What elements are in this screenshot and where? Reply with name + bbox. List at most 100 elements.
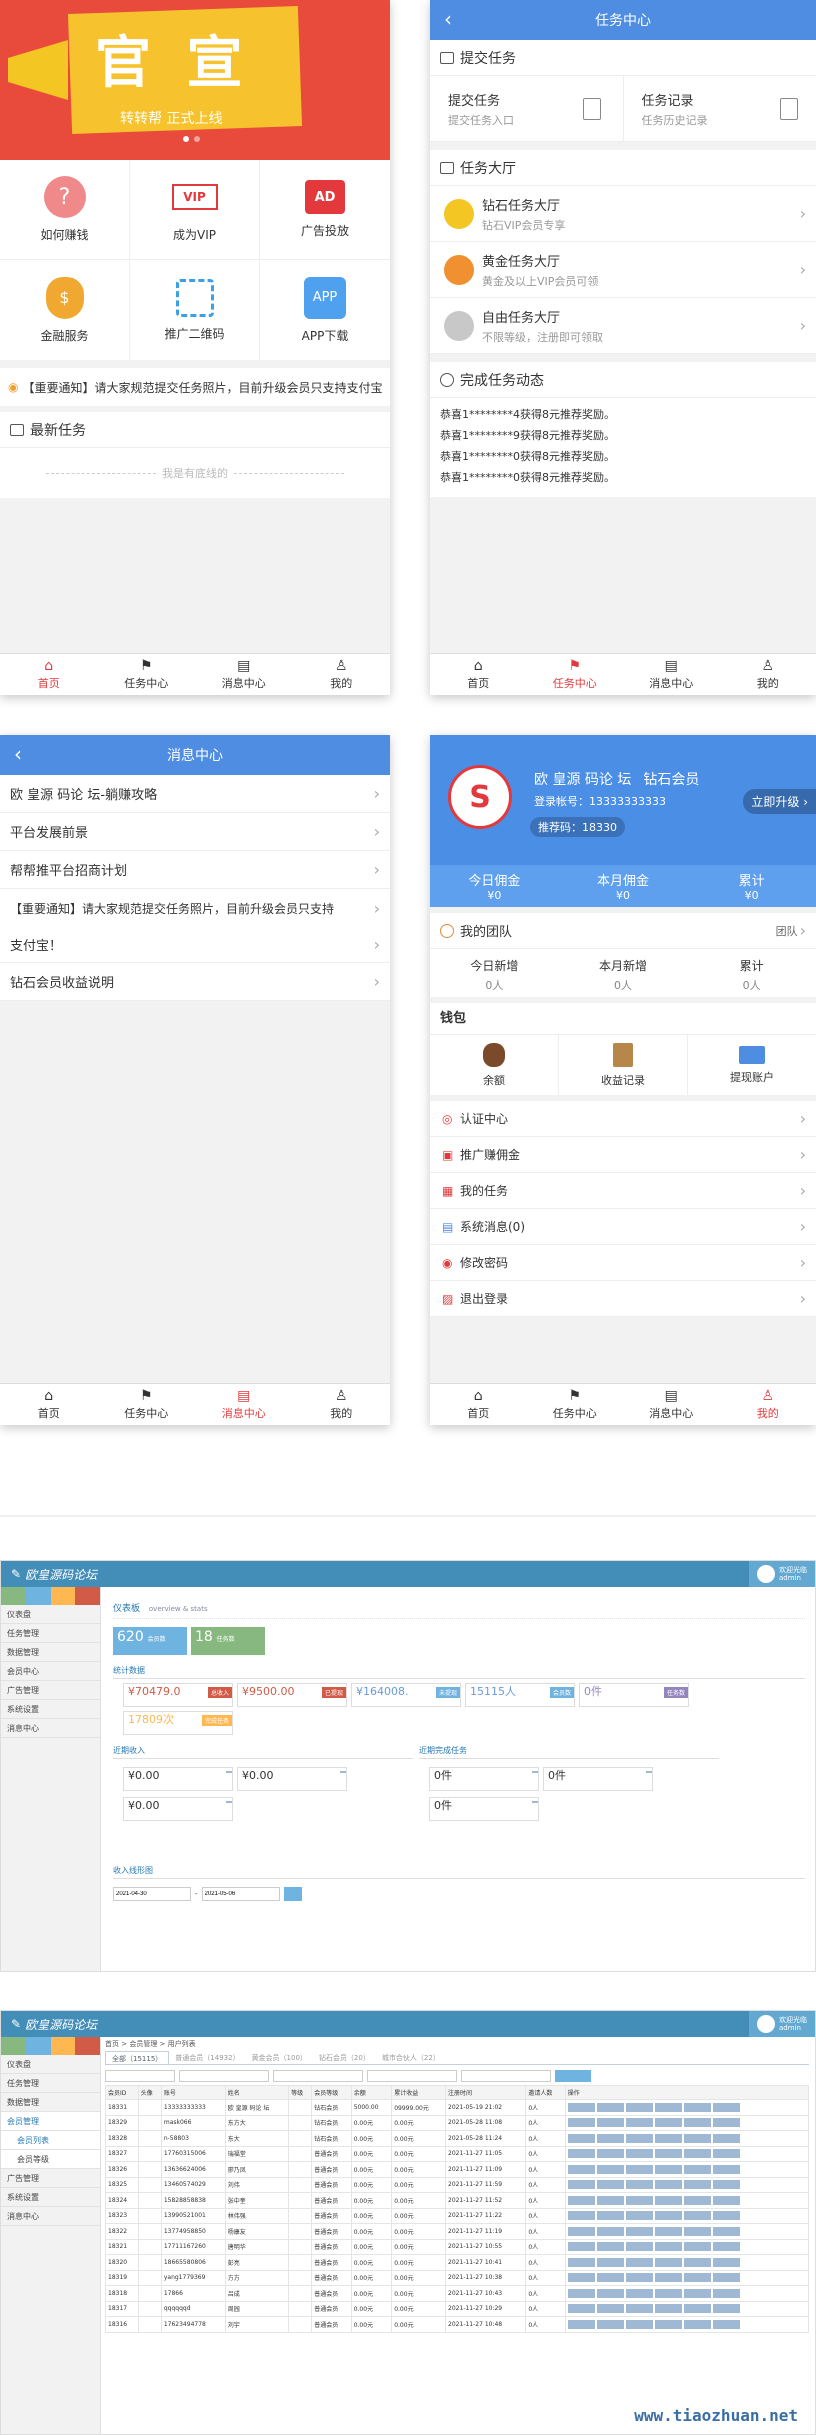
sidebar-item-messages[interactable]: 消息中心: [1, 1719, 100, 1738]
message-item[interactable]: 欧 皇源 码论 坛-躺赚攻略 ›: [0, 775, 390, 813]
menu-item-change-password[interactable]: ◉ 修改密码 ›: [430, 1245, 816, 1281]
menu-item-verify[interactable]: ◎ 认证中心 ›: [430, 1101, 816, 1137]
column-header[interactable]: 会员等级: [311, 2085, 352, 2100]
shortcut-button[interactable]: [75, 2037, 100, 2055]
row-action-button[interactable]: [567, 2164, 595, 2174]
wallet-income-records[interactable]: 收益记录: [559, 1035, 688, 1095]
tab-partner[interactable]: 城市合伙人（22）: [376, 2051, 446, 2064]
row-action-button[interactable]: [596, 2226, 624, 2236]
shortcut-button[interactable]: [50, 2037, 76, 2055]
sidebar-item-messages[interactable]: 消息中心: [1, 2207, 100, 2226]
home-banner[interactable]: 官 宣 转转帮 正式上线: [0, 0, 390, 160]
row-action-button[interactable]: [683, 2180, 711, 2190]
row-action-button[interactable]: [712, 2226, 740, 2236]
column-header[interactable]: 累计收益: [391, 2085, 447, 2100]
row-action-button[interactable]: [683, 2226, 711, 2236]
row-action-button[interactable]: [596, 2118, 624, 2128]
tab-task-center[interactable]: ⚑ 任务中心: [98, 1384, 196, 1425]
row-action-button[interactable]: [654, 2242, 682, 2252]
tab-diamond[interactable]: 钻石会员（20）: [313, 2051, 376, 2064]
grid-item-app-download[interactable]: APP APP下载: [260, 260, 390, 360]
row-action-button[interactable]: [654, 2180, 682, 2190]
row-action-button[interactable]: [712, 2273, 740, 2283]
sidebar-item-dashboard[interactable]: 仪表盘: [1, 1605, 100, 1624]
row-action-button[interactable]: [683, 2149, 711, 2159]
tab-mine[interactable]: ♙ 我的: [293, 1384, 391, 1425]
wallet-withdraw-account[interactable]: 提现账户: [688, 1035, 816, 1095]
row-action-button[interactable]: [596, 2133, 624, 2143]
row-action-button[interactable]: [625, 2319, 653, 2329]
row-action-button[interactable]: [654, 2257, 682, 2267]
column-header[interactable]: 账号: [160, 2085, 226, 2100]
row-action-button[interactable]: [567, 2211, 595, 2221]
row-action-button[interactable]: [683, 2118, 711, 2128]
row-action-button[interactable]: [683, 2164, 711, 2174]
row-action-button[interactable]: [712, 2288, 740, 2298]
row-action-button[interactable]: [683, 2273, 711, 2283]
row-action-button[interactable]: [625, 2226, 653, 2236]
row-action-button[interactable]: [683, 2133, 711, 2143]
grid-item-ad[interactable]: AD 广告投放: [260, 160, 390, 260]
row-action-button[interactable]: [654, 2102, 682, 2112]
row-action-button[interactable]: [567, 2180, 595, 2190]
sidebar-item-data[interactable]: 数据管理: [1, 1643, 100, 1662]
query-button[interactable]: [283, 1887, 302, 1901]
tab-messages[interactable]: ▤ 消息中心: [195, 1384, 293, 1425]
row-action-button[interactable]: [567, 2195, 595, 2205]
row-action-button[interactable]: [596, 2288, 624, 2298]
row-action-button[interactable]: [683, 2288, 711, 2298]
shortcut-button[interactable]: [75, 1587, 100, 1605]
task-count-box[interactable]: 18 任务数: [191, 1627, 265, 1655]
tab-mine[interactable]: ♙ 我的: [720, 654, 816, 695]
tab-messages[interactable]: ▤ 消息中心: [623, 1384, 720, 1425]
row-action-button[interactable]: [712, 2164, 740, 2174]
search-button[interactable]: [555, 2070, 591, 2082]
task-records-entry[interactable]: 任务记录 任务历史记录: [624, 76, 816, 141]
tab-normal[interactable]: 普通会员（14932）: [169, 2051, 245, 2064]
row-action-button[interactable]: [654, 2149, 682, 2159]
row-action-button[interactable]: [625, 2180, 653, 2190]
message-item-continued[interactable]: 支付宝！ ›: [0, 927, 390, 963]
row-action-button[interactable]: [567, 2319, 595, 2329]
column-header[interactable]: 邀请人数: [525, 2085, 566, 2100]
filter-input[interactable]: [273, 2070, 363, 2082]
row-action-button[interactable]: [567, 2149, 595, 2159]
row-action-button[interactable]: [712, 2118, 740, 2128]
row-action-button[interactable]: [683, 2211, 711, 2221]
tab-mine[interactable]: ♙ 我的: [720, 1384, 816, 1425]
row-action-button[interactable]: [596, 2149, 624, 2159]
row-action-button[interactable]: [683, 2102, 711, 2112]
row-action-button[interactable]: [625, 2149, 653, 2159]
row-action-button[interactable]: [683, 2242, 711, 2252]
row-action-button[interactable]: [654, 2133, 682, 2143]
row-action-button[interactable]: [654, 2319, 682, 2329]
row-action-button[interactable]: [625, 2211, 653, 2221]
row-action-button[interactable]: [683, 2257, 711, 2267]
sidebar-item-members[interactable]: 会员管理: [1, 2112, 100, 2131]
row-action-button[interactable]: [625, 2288, 653, 2298]
filter-input[interactable]: [179, 2070, 269, 2082]
tab-home[interactable]: ⌂ 首页: [0, 1384, 98, 1425]
row-action-button[interactable]: [567, 2304, 595, 2314]
column-header[interactable]: 会员ID: [105, 2085, 139, 2100]
submit-task-entry[interactable]: 提交任务 提交任务入口: [430, 76, 624, 141]
row-action-button[interactable]: [567, 2118, 595, 2128]
row-action-button[interactable]: [712, 2102, 740, 2112]
sidebar-item-ads[interactable]: 广告管理: [1, 2169, 100, 2188]
hall-item-free[interactable]: 自由任务大厅 不限等级，注册即可领取 ›: [430, 298, 816, 354]
menu-item-my-tasks[interactable]: ▦ 我的任务 ›: [430, 1173, 816, 1209]
menu-item-promote[interactable]: ▣ 推广赚佣金 ›: [430, 1137, 816, 1173]
row-action-button[interactable]: [683, 2195, 711, 2205]
row-action-button[interactable]: [654, 2288, 682, 2298]
row-action-button[interactable]: [567, 2273, 595, 2283]
column-header[interactable]: 余额: [350, 2085, 393, 2100]
row-action-button[interactable]: [712, 2211, 740, 2221]
row-action-button[interactable]: [596, 2242, 624, 2252]
row-action-button[interactable]: [712, 2149, 740, 2159]
avatar[interactable]: S: [448, 765, 512, 829]
row-action-button[interactable]: [654, 2118, 682, 2128]
row-action-button[interactable]: [625, 2242, 653, 2252]
shortcut-button[interactable]: [1, 2037, 26, 2055]
column-header[interactable]: 操作: [564, 2085, 810, 2100]
row-action-button[interactable]: [712, 2180, 740, 2190]
